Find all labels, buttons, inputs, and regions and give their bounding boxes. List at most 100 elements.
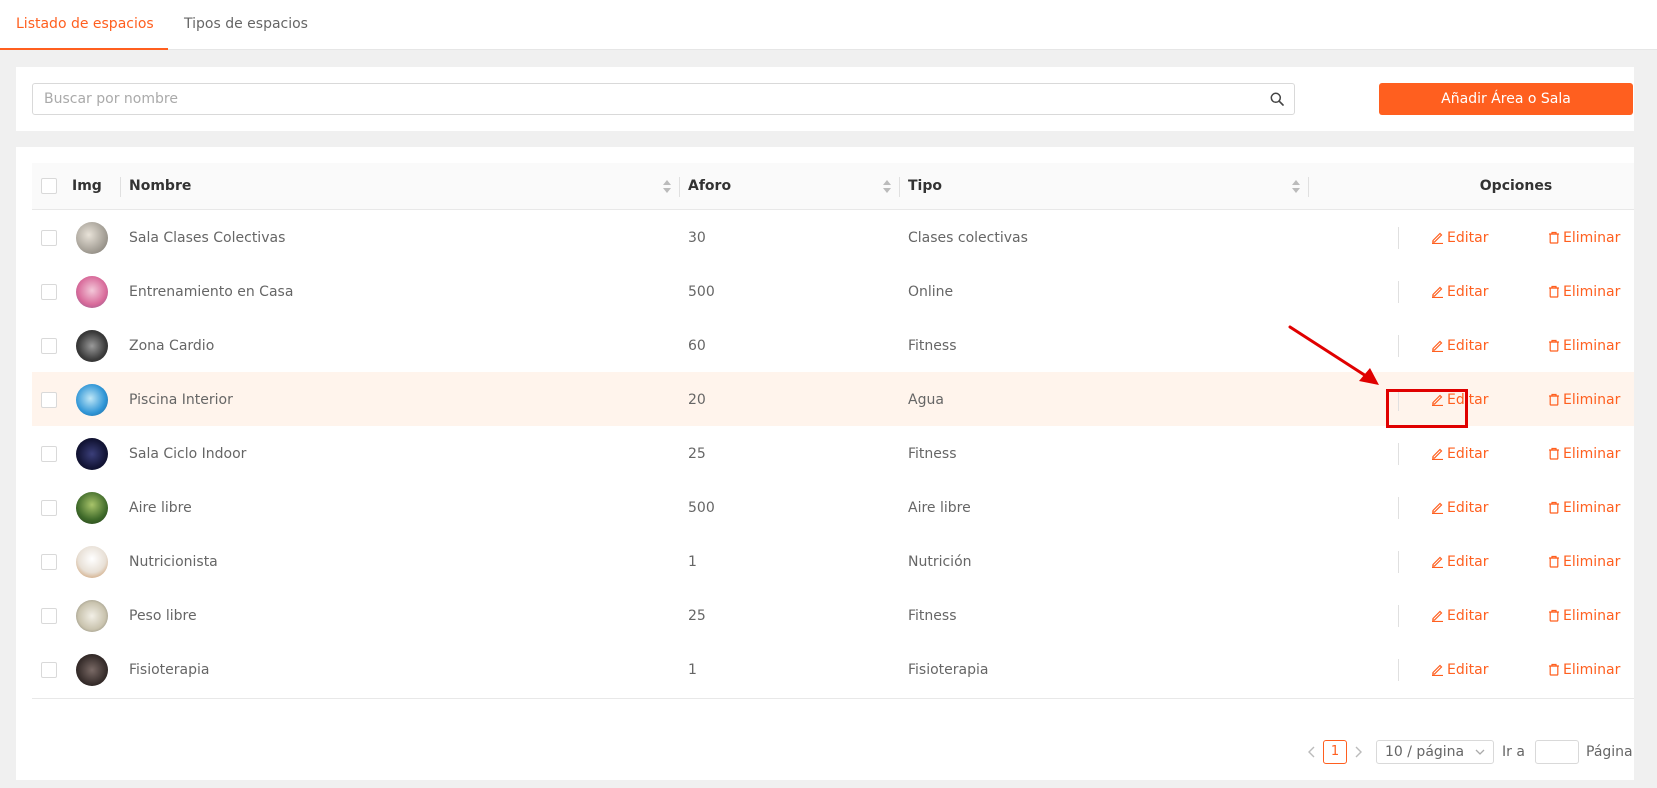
options-divider <box>1398 551 1399 573</box>
add-area-button[interactable]: Añadir Área o Sala <box>1379 83 1633 115</box>
pencil-icon <box>1432 232 1443 244</box>
delete-button[interactable]: Eliminar <box>1548 372 1620 428</box>
options-divider <box>1398 335 1399 357</box>
goto-label: Ir a <box>1502 744 1525 760</box>
edit-button[interactable]: Editar <box>1431 264 1488 320</box>
delete-label: Eliminar <box>1563 446 1621 462</box>
cell-aforo: 20 <box>688 392 706 408</box>
pencil-icon <box>1432 502 1443 514</box>
pagination-next-icon[interactable] <box>1352 740 1364 764</box>
edit-label: Editar <box>1447 284 1489 300</box>
options-divider <box>1398 497 1399 519</box>
edit-button[interactable]: Editar <box>1431 318 1488 374</box>
edit-label: Editar <box>1447 662 1489 678</box>
cell-aforo: 60 <box>688 338 706 354</box>
edit-button[interactable]: Editar <box>1431 372 1488 428</box>
sort-icon[interactable] <box>1292 180 1300 193</box>
options-divider <box>1398 281 1399 303</box>
space-thumbnail <box>76 276 108 308</box>
row-checkbox[interactable] <box>41 392 57 408</box>
delete-button[interactable]: Eliminar <box>1548 534 1620 590</box>
cell-tipo: Aire libre <box>908 500 971 516</box>
edit-button[interactable]: Editar <box>1431 534 1488 590</box>
delete-button[interactable]: Eliminar <box>1548 426 1620 482</box>
trash-icon <box>1549 447 1559 460</box>
row-checkbox[interactable] <box>41 338 57 354</box>
pencil-icon <box>1432 556 1443 568</box>
row-checkbox[interactable] <box>41 230 57 246</box>
space-thumbnail <box>76 654 108 686</box>
table-row: Piscina Interior 20 Agua Editar Eliminar <box>32 372 1634 429</box>
edit-label: Editar <box>1447 554 1489 570</box>
row-checkbox[interactable] <box>41 662 57 678</box>
search-input[interactable] <box>33 84 1253 114</box>
goto-page-input[interactable] <box>1535 740 1579 764</box>
cell-tipo: Agua <box>908 392 944 408</box>
edit-label: Editar <box>1447 392 1489 408</box>
cell-tipo: Fisioterapia <box>908 662 989 678</box>
cell-nombre: Zona Cardio <box>129 338 215 354</box>
sort-icon[interactable] <box>663 180 671 193</box>
edit-label: Editar <box>1447 338 1489 354</box>
edit-button[interactable]: Editar <box>1431 480 1488 536</box>
delete-button[interactable]: Eliminar <box>1548 318 1620 374</box>
select-all-checkbox[interactable] <box>41 178 57 194</box>
column-header-nombre[interactable]: Nombre <box>129 163 191 210</box>
delete-button[interactable]: Eliminar <box>1548 210 1620 266</box>
search-icon[interactable] <box>1270 92 1284 106</box>
cell-tipo: Fitness <box>908 608 957 624</box>
row-checkbox[interactable] <box>41 608 57 624</box>
delete-label: Eliminar <box>1563 662 1621 678</box>
cell-nombre: Sala Ciclo Indoor <box>129 446 247 462</box>
cell-aforo: 500 <box>688 500 715 516</box>
column-header-tipo[interactable]: Tipo <box>908 163 942 210</box>
pencil-icon <box>1432 286 1443 298</box>
space-thumbnail <box>76 600 108 632</box>
delete-button[interactable]: Eliminar <box>1548 642 1620 698</box>
cell-nombre: Aire libre <box>129 500 192 516</box>
cell-nombre: Fisioterapia <box>129 662 210 678</box>
search-box <box>32 83 1295 115</box>
edit-button[interactable]: Editar <box>1431 426 1488 482</box>
page-size-select[interactable]: 10 / página <box>1376 740 1494 764</box>
delete-button[interactable]: Eliminar <box>1548 480 1620 536</box>
cell-aforo: 30 <box>688 230 706 246</box>
trash-icon <box>1549 555 1559 568</box>
cell-tipo: Fitness <box>908 338 957 354</box>
row-checkbox[interactable] <box>41 446 57 462</box>
trash-icon <box>1549 231 1559 244</box>
tab-tipos-de-espacios[interactable]: Tipos de espacios <box>184 0 308 50</box>
row-checkbox[interactable] <box>41 284 57 300</box>
chevron-down-icon <box>1475 749 1485 755</box>
edit-button[interactable]: Editar <box>1431 210 1488 266</box>
space-thumbnail <box>76 384 108 416</box>
tab-bar: Listado de espacios Tipos de espacios <box>0 0 1657 50</box>
delete-button[interactable]: Eliminar <box>1548 264 1620 320</box>
column-divider <box>120 177 121 197</box>
delete-label: Eliminar <box>1563 338 1621 354</box>
pagination-prev-icon[interactable] <box>1306 740 1318 764</box>
table-row: Entrenamiento en Casa 500 Online Editar Elim… <box>32 264 1634 321</box>
row-checkbox[interactable] <box>41 554 57 570</box>
edit-label: Editar <box>1447 446 1489 462</box>
cell-aforo: 1 <box>688 554 697 570</box>
delete-button[interactable]: Eliminar <box>1548 588 1620 644</box>
edit-button[interactable]: Editar <box>1431 588 1488 644</box>
row-checkbox[interactable] <box>41 500 57 516</box>
column-divider <box>1308 177 1309 197</box>
edit-button[interactable]: Editar <box>1431 642 1488 698</box>
column-header-aforo[interactable]: Aforo <box>688 163 731 210</box>
sort-icon[interactable] <box>883 180 891 193</box>
pagination-current-page[interactable]: 1 <box>1323 740 1347 764</box>
space-thumbnail <box>76 438 108 470</box>
pencil-icon <box>1432 664 1443 676</box>
delete-label: Eliminar <box>1563 230 1621 246</box>
trash-icon <box>1549 393 1559 406</box>
trash-icon <box>1549 609 1559 622</box>
search-card: Añadir Área o Sala <box>16 67 1634 131</box>
trash-icon <box>1549 663 1559 676</box>
table-row: Peso libre 25 Fitness Editar Eliminar <box>32 588 1634 645</box>
cell-aforo: 1 <box>688 662 697 678</box>
cell-tipo: Online <box>908 284 954 300</box>
tab-listado-de-espacios[interactable]: Listado de espacios <box>0 0 168 50</box>
